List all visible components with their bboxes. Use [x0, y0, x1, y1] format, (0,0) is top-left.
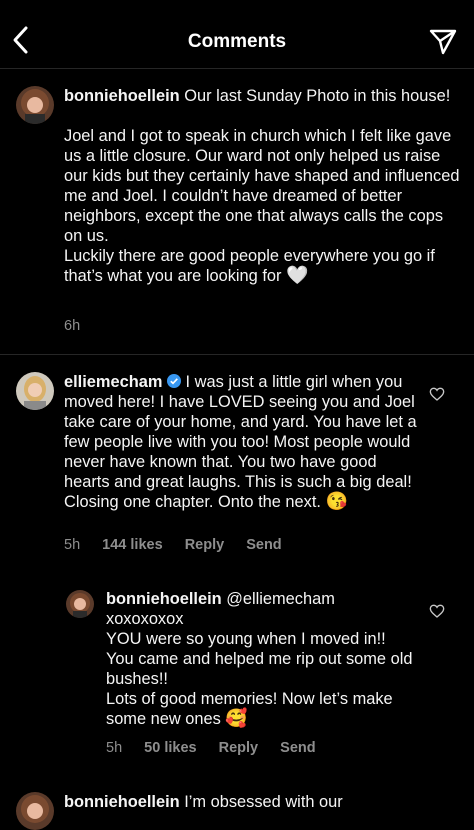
- avatar[interactable]: [66, 590, 94, 618]
- reply-text: bonniehoellein @elliemecham xoxoxoxox YO…: [106, 589, 422, 729]
- send-button[interactable]: Send: [246, 537, 281, 553]
- divider: [0, 354, 474, 355]
- caption-username[interactable]: bonniehoellein: [64, 87, 180, 105]
- comment-username[interactable]: elliemecham: [64, 373, 162, 391]
- white-heart-emoji: 🤍: [286, 265, 309, 285]
- heart-outline-icon: [429, 387, 445, 401]
- comment-body: I’m obsessed with our: [184, 793, 343, 811]
- reply-line: xoxoxoxox: [106, 610, 184, 628]
- reply-line: You came and helped me rip out some old …: [106, 650, 413, 688]
- caption-timestamp: 6h: [64, 318, 81, 334]
- paper-plane-icon: [429, 29, 457, 55]
- comment-body: I was just a little girl when you moved …: [64, 373, 417, 511]
- comment-meta: 5h 144 likes Reply Send: [64, 537, 300, 553]
- reply-username[interactable]: bonniehoellein: [106, 590, 222, 608]
- reply-button[interactable]: Reply: [185, 537, 225, 553]
- comment-text: elliemecham I was just a little girl whe…: [64, 372, 424, 512]
- page-title: Comments: [187, 31, 287, 52]
- kiss-emoji: 😘: [325, 491, 348, 511]
- reply-timestamp: 5h: [106, 740, 123, 756]
- caption-paragraph-1: Joel and I got to speak in church which …: [64, 127, 460, 245]
- likes-count[interactable]: 144 likes: [102, 537, 162, 553]
- avatar[interactable]: [16, 372, 54, 410]
- likes-count[interactable]: 50 likes: [144, 740, 196, 756]
- send-button[interactable]: Send: [280, 740, 315, 756]
- avatar[interactable]: [16, 86, 54, 124]
- avatar[interactable]: [16, 792, 54, 830]
- comment-username[interactable]: bonniehoellein: [64, 793, 180, 811]
- comment-timestamp: 5h: [64, 537, 81, 553]
- share-button[interactable]: [428, 26, 458, 56]
- like-button[interactable]: [429, 603, 445, 619]
- comment-text: bonniehoellein I’m obsessed with our: [64, 792, 464, 812]
- mention-link[interactable]: @elliemecham: [226, 590, 335, 608]
- reply-meta: 5h 50 likes Reply Send: [106, 740, 334, 756]
- verified-badge-icon: [166, 374, 181, 388]
- like-button[interactable]: [429, 386, 445, 402]
- caption-title: Our last Sunday Photo in this house!: [184, 87, 451, 105]
- caption-meta: 6h: [64, 318, 98, 334]
- heart-outline-icon: [429, 604, 445, 618]
- smiling-hearts-emoji: 🥰: [225, 708, 248, 728]
- post-caption: bonniehoellein Our last Sunday Photo in …: [64, 86, 464, 286]
- reply-line: Lots of good memories! Now let’s make so…: [106, 690, 393, 728]
- caption-paragraph-2: Luckily there are good people everywhere…: [64, 247, 435, 285]
- top-bar: Comments: [0, 0, 474, 69]
- reply-line: YOU were so young when I moved in!!: [106, 630, 386, 648]
- reply-button[interactable]: Reply: [219, 740, 259, 756]
- caption-first-line: bonniehoellein Our last Sunday Photo in …: [64, 86, 464, 106]
